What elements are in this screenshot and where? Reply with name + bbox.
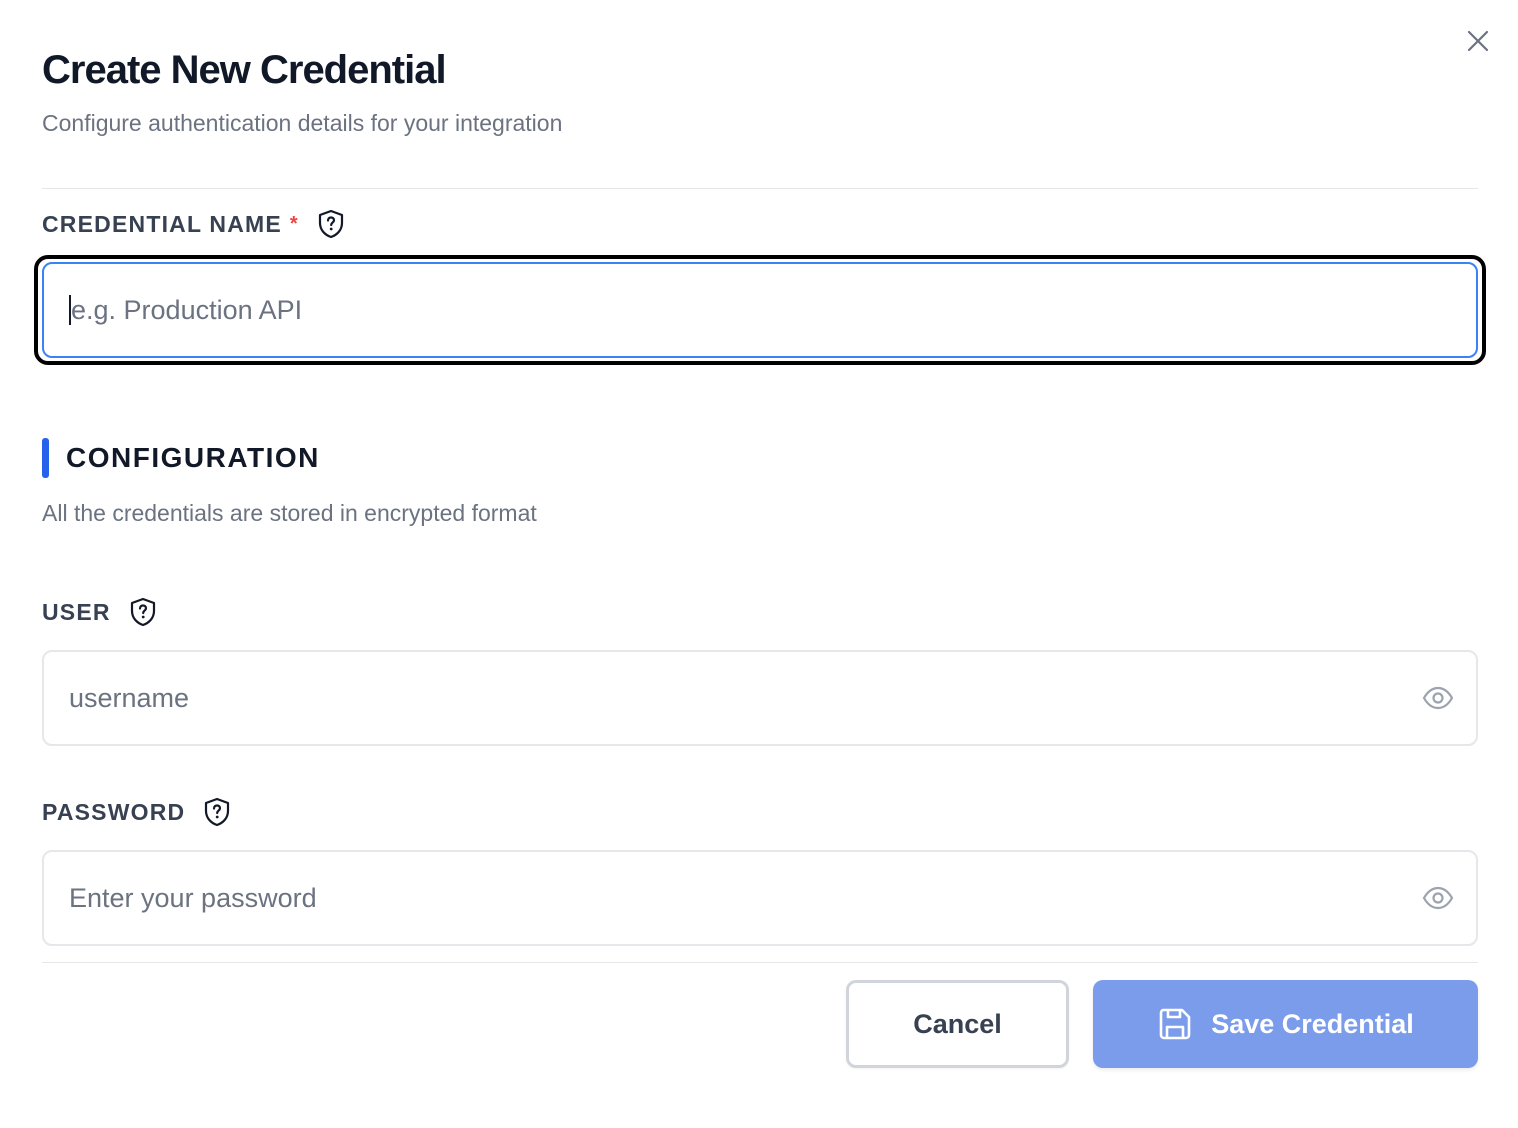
credential-name-placeholder: e.g. Production API [71, 294, 303, 325]
shield-question-icon[interactable] [317, 209, 345, 239]
header-divider [42, 188, 1478, 189]
dialog-subtitle: Configure authentication details for you… [42, 110, 563, 136]
dialog-title: Create New Credential [42, 48, 447, 92]
credential-name-label-text: CREDENTIAL NAME [42, 210, 282, 237]
close-icon [1467, 30, 1489, 52]
configuration-title: CONFIGURATION [66, 442, 320, 473]
user-placeholder: username [69, 682, 190, 713]
password-label-text: PASSWORD [42, 798, 186, 825]
configuration-header: CONFIGURATION [42, 438, 320, 478]
credential-name-label: CREDENTIAL NAME * [42, 208, 345, 240]
cancel-button[interactable]: Cancel [846, 980, 1069, 1068]
user-label-text: USER [42, 598, 111, 625]
password-placeholder: Enter your password [69, 882, 317, 913]
shield-question-icon[interactable] [129, 597, 157, 627]
user-input[interactable]: username [42, 650, 1478, 746]
save-button-label: Save Credential [1211, 1008, 1414, 1039]
section-accent-bar [42, 438, 49, 478]
credential-name-input[interactable]: e.g. Production API [42, 262, 1478, 358]
eye-icon[interactable] [1422, 886, 1454, 910]
required-marker: * [289, 212, 299, 235]
configuration-description: All the credentials are stored in encryp… [42, 500, 537, 526]
footer-divider [42, 962, 1478, 963]
eye-icon[interactable] [1422, 686, 1454, 710]
create-credential-dialog: Create New Credential Configure authenti… [0, 0, 1518, 1128]
save-icon [1157, 1006, 1193, 1042]
close-button[interactable] [1464, 27, 1492, 55]
save-credential-button[interactable]: Save Credential [1093, 980, 1478, 1068]
password-label: PASSWORD [42, 796, 231, 828]
password-input[interactable]: Enter your password [42, 850, 1478, 946]
shield-question-icon[interactable] [203, 797, 231, 827]
cancel-button-label: Cancel [913, 1008, 1002, 1039]
user-label: USER [42, 596, 157, 628]
